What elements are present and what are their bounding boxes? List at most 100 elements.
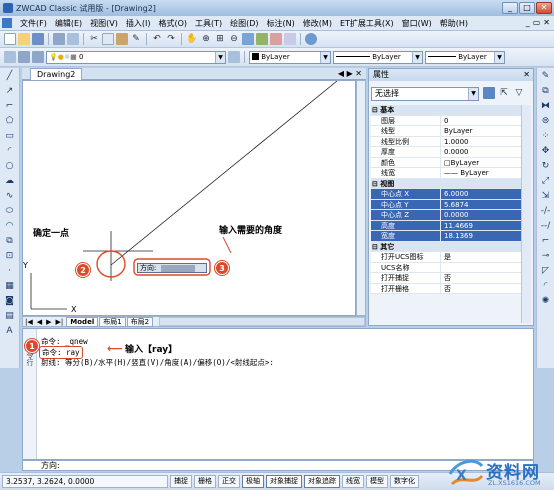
copy-object-icon[interactable]: ⧉ (540, 85, 552, 97)
document-tab-controls[interactable]: ◀ ▶ ✕ (338, 68, 362, 79)
color-dropdown[interactable]: ByLayer ▼ (249, 50, 331, 64)
hatch-icon[interactable]: ▦ (4, 280, 16, 292)
select-objects-icon[interactable]: ⇱ (498, 87, 510, 99)
redo-icon[interactable]: ↷ (165, 33, 177, 45)
property-row[interactable]: UCS名称 (371, 262, 521, 273)
tab-nav-first-icon[interactable]: |◀ (23, 318, 35, 326)
point-icon[interactable]: · (4, 265, 16, 277)
menu-et-tools[interactable]: ET扩展工具(X) (336, 17, 398, 30)
tab-model[interactable]: Model (66, 316, 99, 327)
menu-modify[interactable]: 修改(M) (299, 17, 336, 30)
layer-states-icon[interactable] (32, 51, 44, 63)
zoom-previous-icon[interactable]: ⊖ (228, 33, 240, 45)
menu-edit[interactable]: 编辑(E) (51, 17, 86, 30)
minimize-button[interactable]: _ (502, 2, 518, 14)
calculator-icon[interactable] (284, 33, 296, 45)
property-value[interactable]: 11.4669 (441, 220, 521, 230)
property-value[interactable]: 是 (441, 252, 521, 262)
property-value[interactable] (441, 262, 521, 272)
rotate-icon[interactable]: ↻ (540, 160, 552, 172)
array-icon[interactable]: ⁘ (540, 130, 552, 142)
stretch-icon[interactable]: ⇲ (540, 190, 552, 202)
property-row[interactable]: 颜色 □ByLayer (371, 157, 521, 168)
spline-icon[interactable]: ∿ (4, 190, 16, 202)
arc-icon[interactable]: ◜ (4, 145, 16, 157)
scale-icon[interactable]: ⤢ (540, 175, 552, 187)
tool-palette-icon[interactable] (270, 33, 282, 45)
property-value[interactable]: 1.0000 (441, 136, 521, 146)
zoom-window-icon[interactable]: ⊞ (214, 33, 226, 45)
make-current-layer-icon[interactable] (228, 51, 240, 63)
menu-window[interactable]: 窗口(W) (398, 17, 436, 30)
digitizer-toggle[interactable]: 数字化 (390, 475, 419, 488)
break-icon[interactable]: ⌐ (540, 235, 552, 247)
menu-format[interactable]: 格式(O) (154, 17, 191, 30)
property-row[interactable]: 打开UCS图标是 (371, 252, 521, 263)
grid-toggle[interactable]: 栅格 (194, 475, 216, 488)
property-value[interactable]: 0.0000 (441, 210, 521, 220)
polar-toggle[interactable]: 极轴 (242, 475, 264, 488)
document-tab[interactable]: Drawing2 (30, 68, 83, 80)
explode-icon[interactable]: ✺ (540, 295, 552, 307)
snap-toggle[interactable]: 捕捉 (170, 475, 192, 488)
tab-layout2[interactable]: 布局2 (126, 316, 154, 327)
property-value[interactable]: 5.6874 (441, 199, 521, 209)
print-preview-icon[interactable] (67, 33, 79, 45)
close-button[interactable]: ✕ (536, 2, 552, 14)
offset-icon[interactable]: ⊜ (540, 115, 552, 127)
trim-icon[interactable]: -/- (540, 205, 552, 217)
mdi-restore-button[interactable]: ▭ (533, 18, 541, 27)
mtext-icon[interactable]: A (4, 325, 16, 337)
property-value[interactable]: ByLayer (441, 126, 521, 136)
copy-icon[interactable] (102, 33, 114, 45)
selection-dropdown[interactable]: 无选择 ▼ (371, 87, 479, 101)
property-row[interactable]: 高度 11.4669 (371, 220, 521, 231)
open-icon[interactable] (18, 33, 30, 45)
property-category[interactable]: ⊟ 其它 (371, 241, 521, 252)
save-icon[interactable] (32, 33, 44, 45)
property-row[interactable]: 打开捕捉否 (371, 273, 521, 284)
drawing-canvas[interactable]: Y X 方向: 确定一点 输入需要的角度 2 3 (22, 80, 356, 316)
design-center-icon[interactable] (256, 33, 268, 45)
undo-icon[interactable]: ↶ (151, 33, 163, 45)
join-icon[interactable]: ⊸ (540, 250, 552, 262)
canvas-vertical-scrollbar[interactable] (356, 80, 366, 316)
property-row[interactable]: 线型 ByLayer (371, 126, 521, 137)
erase-icon[interactable]: ✎ (540, 70, 552, 82)
maximize-button[interactable]: □ (519, 2, 535, 14)
linetype-dropdown[interactable]: ByLayer ▼ (333, 50, 423, 64)
property-row[interactable]: 打开栅格否 (371, 283, 521, 294)
property-value[interactable]: 否 (441, 273, 521, 283)
property-value[interactable]: —— ByLayer (441, 168, 521, 178)
ray-icon[interactable]: ↗ (4, 85, 16, 97)
polygon-icon[interactable]: ⬠ (4, 115, 16, 127)
osnap-toggle[interactable]: 对象捕捉 (266, 475, 302, 488)
menu-insert[interactable]: 插入(I) (122, 17, 155, 30)
property-category[interactable]: ⊟ 视图 (371, 178, 521, 189)
table-icon[interactable]: ▤ (4, 310, 16, 322)
cloud-icon[interactable]: ☁ (4, 175, 16, 187)
property-row[interactable]: 中心点 Y 5.6874 (371, 199, 521, 210)
print-icon[interactable] (53, 33, 65, 45)
chamfer-icon[interactable]: ◸ (540, 265, 552, 277)
menu-view[interactable]: 视图(V) (86, 17, 122, 30)
property-value[interactable]: 6.0000 (441, 189, 521, 199)
properties-icon[interactable] (242, 33, 254, 45)
property-value[interactable]: 0.0000 (441, 147, 521, 157)
make-block-icon[interactable]: ⊡ (4, 250, 16, 262)
property-value[interactable]: 0 (441, 115, 521, 125)
menu-tools[interactable]: 工具(T) (191, 17, 226, 30)
help-icon[interactable] (305, 33, 317, 45)
menu-help[interactable]: 帮助(H) (436, 17, 472, 30)
property-row[interactable]: 中心点 Z 0.0000 (371, 210, 521, 221)
menu-file[interactable]: 文件(F) (16, 17, 51, 30)
zoom-realtime-icon[interactable]: ⊕ (200, 33, 212, 45)
property-row[interactable]: 中心点 X 6.0000 (371, 189, 521, 200)
mirror-icon[interactable]: ⧓ (540, 100, 552, 112)
model-toggle[interactable]: 模型 (366, 475, 388, 488)
cut-icon[interactable]: ✂ (88, 33, 100, 45)
circle-icon[interactable]: ○ (4, 160, 16, 172)
quick-select-icon[interactable]: ▽ (513, 87, 525, 99)
rectangle-icon[interactable]: ▭ (4, 130, 16, 142)
lineweight-toggle[interactable]: 线宽 (342, 475, 364, 488)
